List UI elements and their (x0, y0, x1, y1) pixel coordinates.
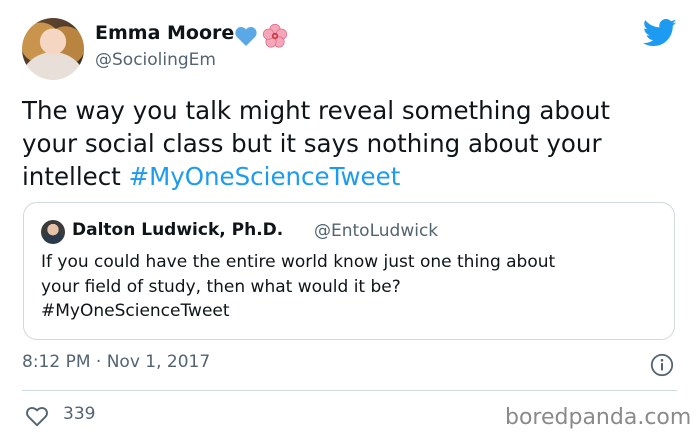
quoted-text-line-1: If you could have the entire world know … (41, 252, 556, 272)
quoted-tweet-text: If you could have the entire world know … (41, 250, 661, 324)
twitter-bird-icon[interactable] (643, 18, 677, 48)
blue-heart-icon (235, 27, 257, 46)
info-icon[interactable] (650, 353, 674, 377)
watermark: boredpanda.com (505, 405, 692, 430)
like-heart-icon[interactable] (25, 405, 49, 427)
quoted-author-handle[interactable]: @EntoLudwick (314, 221, 438, 241)
tweet-text: The way you talk might reveal something … (22, 94, 662, 193)
quoted-author-name[interactable]: Dalton Ludwick, Ph.D. (72, 220, 283, 240)
quoted-author-avatar[interactable] (41, 220, 65, 244)
tweet-card: Emma Moore @SociolingEm The way you talk… (0, 0, 700, 443)
quoted-hashtag: #MyOneScienceTweet (41, 301, 230, 321)
quoted-text-line-2: your field of study, then what would it … (41, 276, 401, 297)
author-name[interactable]: Emma Moore (95, 22, 234, 44)
hibiscus-icon (262, 23, 288, 48)
divider (22, 390, 677, 391)
author-avatar[interactable] (22, 18, 84, 80)
quoted-tweet[interactable]: Dalton Ludwick, Ph.D. @EntoLudwick If yo… (23, 202, 675, 340)
hashtag-link[interactable]: #MyOneScienceTweet (129, 162, 401, 191)
author-handle[interactable]: @SociolingEm (95, 50, 216, 70)
like-count[interactable]: 339 (63, 404, 95, 424)
tweet-timestamp[interactable]: 8:12 PM · Nov 1, 2017 (22, 352, 210, 372)
